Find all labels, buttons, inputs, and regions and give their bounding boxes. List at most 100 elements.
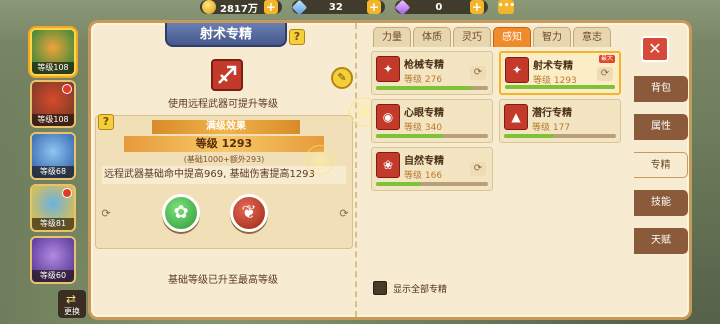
refresh-icon[interactable]: ⟳ <box>338 208 350 220</box>
side-navigation: 背包属性专精技能天赋 <box>634 76 688 266</box>
coin-icon <box>202 0 216 14</box>
specialize-button[interactable]: ❦ <box>230 194 268 232</box>
skill-description: 使用远程武器可提升等级 <box>168 99 278 110</box>
specialization-name: 枪械专精 <box>404 60 444 71</box>
specialization-icon: ✦ <box>376 56 400 82</box>
diamond-counter: 32 + <box>291 0 385 15</box>
max-badge: 最大 <box>598 55 615 63</box>
diamond-amount: 32 <box>328 1 343 13</box>
progress-fill <box>376 134 444 138</box>
specialization-card[interactable]: ✦ 射术专精 等级 1293 ⟳ 最大 <box>499 51 621 95</box>
add-diamond-button[interactable]: + <box>366 0 381 14</box>
specialization-glyph: ◉ <box>382 110 394 124</box>
progress-bar <box>376 134 488 138</box>
skill-level: 等级 1293 <box>124 136 324 152</box>
swap-specialization-icon[interactable]: ⟳ <box>470 162 486 176</box>
swap-specialization-icon[interactable]: ⟳ <box>470 66 486 80</box>
close-button[interactable]: ✕ <box>641 36 669 62</box>
specialization-level: 等级 340 <box>404 123 443 133</box>
max-effect-box: ? 满级效果 等级 1293 (基础1000+额外293) 远程武器基础命中提高… <box>95 114 353 249</box>
currency-bar: 2817万 + 32 + 0 + ••• <box>200 0 515 15</box>
progress-fill <box>505 85 615 89</box>
side-tab[interactable]: 专精 <box>634 152 688 178</box>
side-tab[interactable]: 天赋 <box>634 228 688 254</box>
character-level: 等级108 <box>32 114 74 126</box>
specialization-level: 等级 166 <box>404 171 443 181</box>
specialization-card[interactable]: ◉ 心眼专精等级 340 <box>371 99 493 143</box>
character-portrait[interactable]: 等级108 <box>30 80 76 128</box>
skill-title: 射术专精 <box>165 23 287 47</box>
specialization-card[interactable]: ❀ 自然专精等级 166 ⟳ <box>371 147 493 191</box>
upgrade-icon: ✿ <box>173 202 189 223</box>
specialization-panel: 射术专精 ? 使用远程武器可提升等级 ? 满级效果 等级 1293 (基础100… <box>88 20 692 320</box>
effect-help-icon[interactable]: ? <box>98 114 114 130</box>
specialization-icon: ✦ <box>505 57 529 83</box>
specialization-glyph: ✦ <box>511 63 523 77</box>
show-all-label: 显示全部专精 <box>393 284 448 295</box>
max-effect-label: 满级效果 <box>152 120 300 134</box>
progress-bar <box>376 86 488 90</box>
tab-attribute[interactable]: 灵巧 <box>453 27 491 47</box>
character-portrait[interactable]: 等级68 <box>30 132 76 180</box>
help-icon[interactable]: ? <box>289 29 305 45</box>
add-purple-gem-button[interactable]: + <box>469 0 484 14</box>
progress-bar <box>504 134 616 138</box>
diamond-icon <box>291 0 308 15</box>
show-all-toggle[interactable]: 显示全部专精 <box>373 281 447 295</box>
purple-gem-icon <box>394 0 411 15</box>
character-level: 等级60 <box>32 270 74 282</box>
notification-dot <box>62 188 72 198</box>
specialization-name: 射术专精 <box>533 61 573 72</box>
character-level: 等级108 <box>32 62 74 74</box>
gold-amount: 2817万 <box>220 3 258 15</box>
specialization-glyph: ▲ <box>511 110 521 124</box>
emblem-icon: ❦ <box>241 202 257 223</box>
character-level: 等级68 <box>32 166 74 178</box>
upgrade-button[interactable]: ✿ <box>162 194 200 232</box>
side-tab[interactable]: 属性 <box>634 114 688 140</box>
chat-icon[interactable]: ✎ <box>331 67 353 89</box>
specialization-level: 等级 276 <box>404 75 443 85</box>
tab-attribute[interactable]: 体质 <box>413 27 451 47</box>
base-level-status: 基础等级已升至最高等级 <box>168 275 278 286</box>
specialization-card[interactable]: ✦ 枪械专精等级 276 ⟳ <box>371 51 493 95</box>
specialization-level: 等级 177 <box>532 123 571 133</box>
show-all-checkbox[interactable] <box>373 281 387 295</box>
side-tab[interactable]: 背包 <box>634 76 688 102</box>
archery-skill-icon <box>211 59 243 91</box>
purple-gem-counter: 0 + <box>394 0 488 15</box>
progress-fill <box>376 86 472 90</box>
character-portrait[interactable]: 等级108 <box>30 28 76 76</box>
tab-attribute[interactable]: 感知 <box>493 27 531 47</box>
sparkle-effect <box>305 145 335 175</box>
progress-fill <box>376 182 421 186</box>
attribute-tabs: 力量 体质 灵巧 感知 智力 意志 <box>373 27 611 47</box>
specialization-name: 自然专精 <box>404 156 444 167</box>
specialization-icon: ◉ <box>376 104 400 130</box>
add-gold-button[interactable]: + <box>263 0 278 14</box>
progress-bar <box>376 182 488 186</box>
tab-attribute[interactable]: 意志 <box>573 27 611 47</box>
progress-fill <box>504 134 555 138</box>
swap-label: 更换 <box>64 307 80 316</box>
specialization-glyph: ❀ <box>382 158 394 172</box>
character-portrait[interactable]: 等级81 <box>30 184 76 232</box>
character-portrait[interactable]: 等级60 <box>30 236 76 284</box>
swap-specialization-icon[interactable]: ⟳ <box>597 67 613 81</box>
specialization-name: 心眼专精 <box>404 108 444 119</box>
character-list: 等级108 等级108 等级68 等级81 等级60 <box>30 28 78 288</box>
swap-character-button[interactable]: ⇄ 更换 <box>58 290 86 318</box>
specialization-name: 潜行专精 <box>532 108 572 119</box>
side-tab[interactable]: 技能 <box>634 190 688 216</box>
tab-attribute[interactable]: 力量 <box>373 27 411 47</box>
character-level: 等级81 <box>32 218 74 230</box>
specialization-icon: ▲ <box>504 104 528 130</box>
tab-attribute[interactable]: 智力 <box>533 27 571 47</box>
specialization-icon: ❀ <box>376 152 400 178</box>
more-menu-button[interactable]: ••• <box>497 0 515 14</box>
progress-bar <box>505 85 615 89</box>
purple-gem-amount: 0 <box>435 1 443 13</box>
refresh-icon[interactable]: ⟳ <box>100 208 112 220</box>
specialization-glyph: ✦ <box>382 62 394 76</box>
specialization-card[interactable]: ▲ 潜行专精等级 177 <box>499 99 621 143</box>
